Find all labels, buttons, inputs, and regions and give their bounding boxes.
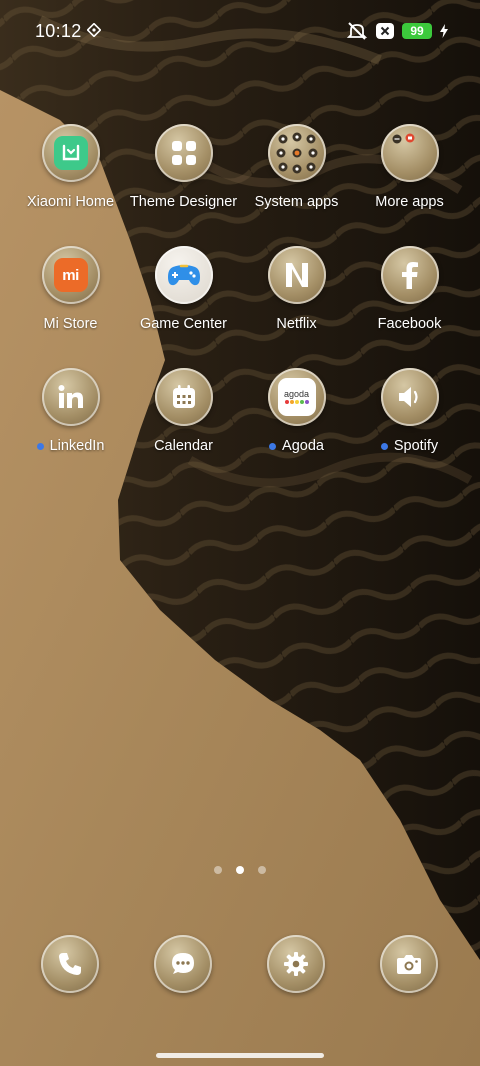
- app-theme-designer[interactable]: Theme Designer: [127, 124, 240, 222]
- app-label: Xiaomi Home: [26, 194, 115, 210]
- dock-messages[interactable]: [154, 935, 212, 993]
- app-label: More apps: [375, 194, 444, 210]
- app-label: LinkedIn: [49, 438, 105, 454]
- app-mi-store[interactable]: mi Mi Store: [14, 246, 127, 344]
- xiaomi-home-icon: [41, 124, 100, 182]
- app-netflix[interactable]: Netflix: [240, 246, 353, 344]
- page-dot[interactable]: [214, 866, 222, 874]
- battery-indicator: 99: [402, 23, 432, 39]
- location-diamond-icon: [87, 23, 101, 37]
- app-calendar[interactable]: Calendar: [127, 368, 240, 466]
- gamepad-icon: [154, 246, 213, 304]
- folder-more-apps-icon: [380, 124, 439, 182]
- camera-icon: [397, 955, 421, 974]
- app-label: Theme Designer: [129, 194, 238, 210]
- notification-dot: [269, 442, 277, 450]
- messages-icon: [172, 953, 194, 974]
- page-indicator: [0, 866, 480, 874]
- app-label: Calendar: [154, 438, 213, 454]
- app-spotify[interactable]: Spotify: [353, 368, 466, 466]
- app-label: Mi Store: [43, 316, 98, 332]
- calendar-icon: [154, 368, 213, 426]
- app-game-center[interactable]: Game Center: [127, 246, 240, 344]
- status-bar: 10:12 99: [0, 0, 480, 62]
- linkedin-icon: [41, 368, 100, 426]
- silent-bell-icon: [346, 22, 368, 40]
- netflix-icon: [267, 246, 326, 304]
- mi-logo: mi: [62, 266, 79, 284]
- dock-phone[interactable]: [41, 935, 99, 993]
- settings-gear-icon: [284, 952, 308, 976]
- charging-bolt-icon: [440, 24, 448, 38]
- gesture-home-bar[interactable]: [156, 1053, 324, 1058]
- facebook-icon: [380, 246, 439, 304]
- agoda-logo: agoda: [283, 389, 310, 399]
- page-dot[interactable]: [258, 866, 266, 874]
- agoda-icon: agoda: [267, 368, 326, 426]
- mi-store-icon: mi: [41, 246, 100, 304]
- clock: 10:12: [35, 21, 82, 41]
- app-facebook[interactable]: Facebook: [353, 246, 466, 344]
- app-label: System apps: [254, 194, 339, 210]
- folder-more-apps[interactable]: More apps: [353, 124, 466, 222]
- app-label: Spotify: [393, 438, 439, 454]
- folder-system-apps[interactable]: System apps: [240, 124, 353, 222]
- app-label: Game Center: [139, 316, 228, 332]
- dock-camera[interactable]: [380, 935, 438, 993]
- page-dot-active[interactable]: [236, 866, 244, 874]
- phone-icon: [59, 953, 81, 975]
- folder-system-apps-icon: [267, 124, 326, 182]
- app-agoda[interactable]: agoda Agoda: [240, 368, 353, 466]
- app-label: Agoda: [282, 438, 324, 454]
- app-label: Facebook: [377, 316, 442, 332]
- app-label: Netflix: [276, 316, 317, 332]
- speaker-icon: [380, 368, 439, 426]
- app-linkedin[interactable]: LinkedIn: [14, 368, 127, 466]
- app-xiaomi-home[interactable]: Xiaomi Home: [14, 124, 127, 222]
- notification-dot: [380, 442, 388, 450]
- theme-grid-icon: [154, 124, 213, 182]
- close-box-icon: [376, 23, 394, 39]
- dock-settings[interactable]: [267, 935, 325, 993]
- notification-dot: [36, 442, 44, 450]
